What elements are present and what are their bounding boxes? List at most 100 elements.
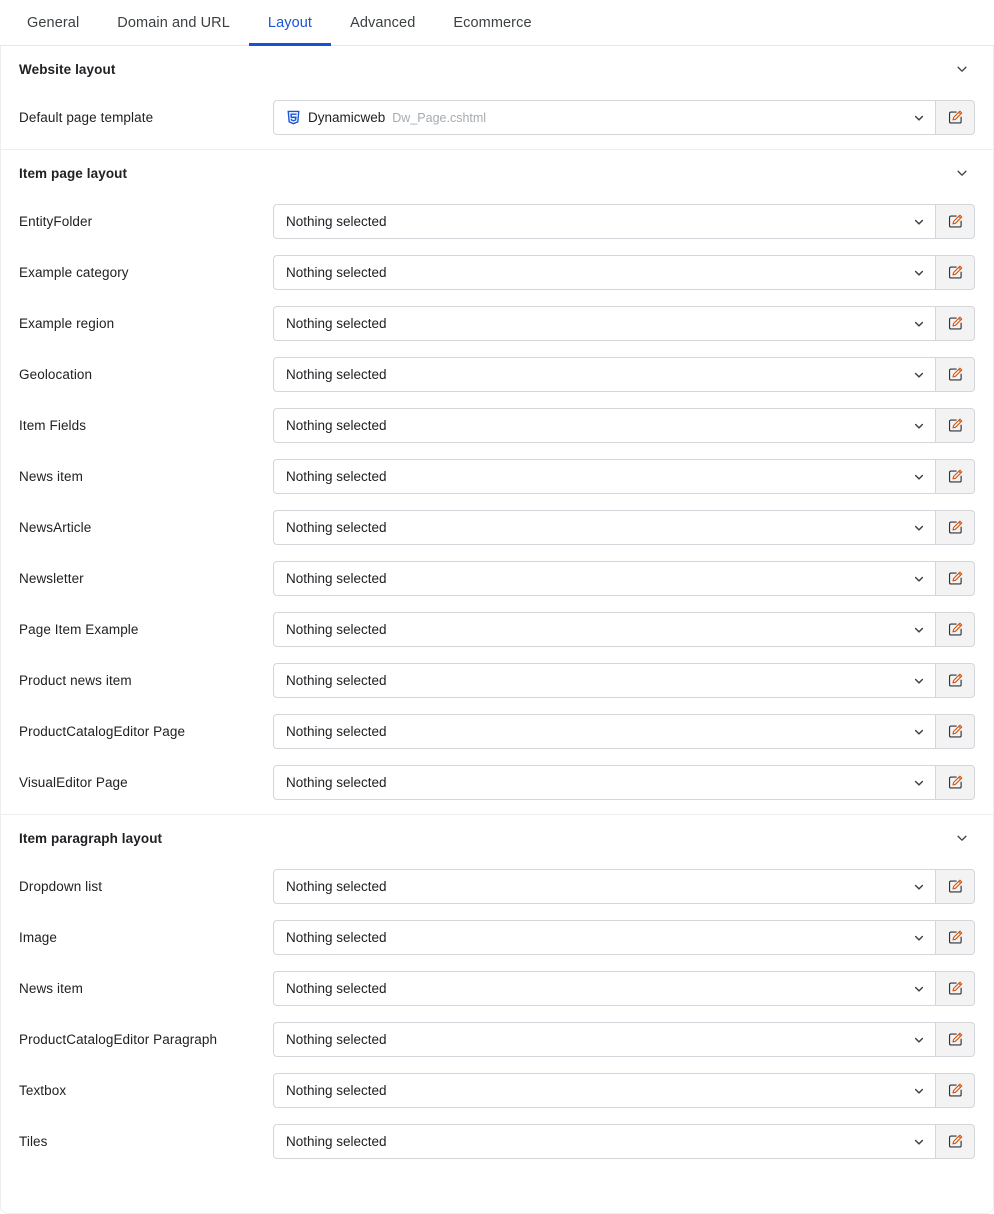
template-select[interactable]: Nothing selected <box>273 971 936 1006</box>
template-select[interactable]: Nothing selected <box>273 869 936 904</box>
chevron-down-icon[interactable] <box>905 881 925 893</box>
chevron-down-icon[interactable] <box>905 216 925 228</box>
template-select[interactable]: Nothing selected <box>273 357 936 392</box>
template-select[interactable]: Nothing selected <box>273 612 936 647</box>
section-rows: Dropdown list Nothing selected Image Nothin… <box>1 861 993 1173</box>
selected-template-name: Nothing selected <box>286 214 387 229</box>
edit-template-button[interactable] <box>936 408 975 443</box>
template-select-value: Nothing selected <box>286 673 905 688</box>
row-label: Image <box>19 930 58 945</box>
edit-template-button[interactable] <box>936 100 975 135</box>
edit-template-button[interactable] <box>936 765 975 800</box>
edit-template-button[interactable] <box>936 714 975 749</box>
template-select[interactable]: Nothing selected <box>273 1124 936 1159</box>
tab-layout[interactable]: Layout <box>248 0 332 46</box>
section-header[interactable]: Website layout <box>1 46 993 92</box>
row-label: Textbox <box>19 1083 67 1098</box>
layout-row: Tiles Nothing selected <box>1 1116 993 1167</box>
template-select[interactable]: Nothing selected <box>273 408 936 443</box>
tab-domain-and-url[interactable]: Domain and URL <box>98 0 249 45</box>
selected-template-name: Nothing selected <box>286 367 387 382</box>
edit-template-button[interactable] <box>936 459 975 494</box>
edit-template-button[interactable] <box>936 920 975 955</box>
template-select[interactable]: Nothing selected <box>273 765 936 800</box>
chevron-down-icon[interactable] <box>905 112 925 124</box>
template-select[interactable]: Nothing selected <box>273 459 936 494</box>
template-select[interactable]: Nothing selected <box>273 255 936 290</box>
chevron-down-icon[interactable] <box>905 624 925 636</box>
edit-template-button[interactable] <box>936 1022 975 1057</box>
selected-template-name: Nothing selected <box>286 1083 387 1098</box>
chevron-down-icon[interactable] <box>905 932 925 944</box>
chevron-down-icon[interactable] <box>955 62 969 76</box>
edit-template-button[interactable] <box>936 204 975 239</box>
template-control: Nothing selected <box>273 714 975 749</box>
selected-template-name: Nothing selected <box>286 571 387 586</box>
edit-template-button[interactable] <box>936 869 975 904</box>
chevron-down-icon[interactable] <box>905 420 925 432</box>
layout-row: ProductCatalogEditor Paragraph Nothing se… <box>1 1014 993 1065</box>
tab-general[interactable]: General <box>8 0 98 45</box>
template-select[interactable]: Nothing selected <box>273 920 936 955</box>
row-label: ProductCatalogEditor Page <box>19 724 186 739</box>
chevron-down-icon[interactable] <box>955 831 969 845</box>
chevron-down-icon[interactable] <box>905 726 925 738</box>
template-control: Nothing selected <box>273 971 975 1006</box>
settings-tab-bar: General Domain and URL Layout Advanced Ecomm… <box>0 0 994 46</box>
chevron-down-icon[interactable] <box>955 166 969 180</box>
edit-template-button[interactable] <box>936 306 975 341</box>
template-select[interactable]: Nothing selected <box>273 663 936 698</box>
template-select[interactable]: Dynamicweb Dw_Page.cshtml <box>273 100 936 135</box>
section-header[interactable]: Item paragraph layout <box>1 815 993 861</box>
section-title: Website layout <box>19 61 116 77</box>
chevron-down-icon[interactable] <box>905 675 925 687</box>
selected-template-name: Nothing selected <box>286 469 387 484</box>
chevron-down-icon[interactable] <box>905 1085 925 1097</box>
section-rows: EntityFolder Nothing selected Example cate… <box>1 196 993 814</box>
template-control: Nothing selected <box>273 459 975 494</box>
edit-template-button[interactable] <box>936 663 975 698</box>
edit-template-button[interactable] <box>936 357 975 392</box>
chevron-down-icon[interactable] <box>905 573 925 585</box>
edit-template-button[interactable] <box>936 1124 975 1159</box>
template-select[interactable]: Nothing selected <box>273 1022 936 1057</box>
section-header[interactable]: Item page layout <box>1 150 993 196</box>
edit-template-button[interactable] <box>936 971 975 1006</box>
template-select[interactable]: Nothing selected <box>273 204 936 239</box>
chevron-down-icon[interactable] <box>905 522 925 534</box>
chevron-down-icon[interactable] <box>905 471 925 483</box>
template-select[interactable]: Nothing selected <box>273 561 936 596</box>
chevron-down-icon[interactable] <box>905 369 925 381</box>
edit-template-button[interactable] <box>936 561 975 596</box>
template-select-value: Nothing selected <box>286 367 905 382</box>
tab-advanced[interactable]: Advanced <box>331 0 434 45</box>
edit-pencil-icon <box>947 774 964 791</box>
tab-ecommerce[interactable]: Ecommerce <box>434 0 550 45</box>
row-label: Example category <box>19 265 129 280</box>
template-select-value: Nothing selected <box>286 469 905 484</box>
template-select[interactable]: Nothing selected <box>273 306 936 341</box>
chevron-down-icon[interactable] <box>905 318 925 330</box>
edit-template-button[interactable] <box>936 612 975 647</box>
chevron-down-icon[interactable] <box>905 777 925 789</box>
template-select[interactable]: Nothing selected <box>273 1073 936 1108</box>
edit-template-button[interactable] <box>936 510 975 545</box>
template-select[interactable]: Nothing selected <box>273 510 936 545</box>
selected-template-name: Nothing selected <box>286 981 387 996</box>
template-select-value: Nothing selected <box>286 1032 905 1047</box>
template-select-value: Nothing selected <box>286 879 905 894</box>
template-control: Nothing selected <box>273 255 975 290</box>
chevron-down-icon[interactable] <box>905 267 925 279</box>
template-select[interactable]: Nothing selected <box>273 714 936 749</box>
template-select-value: Nothing selected <box>286 1134 905 1149</box>
chevron-down-icon[interactable] <box>905 1034 925 1046</box>
edit-template-button[interactable] <box>936 1073 975 1108</box>
template-select-value: Nothing selected <box>286 724 905 739</box>
selected-template-name: Nothing selected <box>286 930 387 945</box>
chevron-down-icon[interactable] <box>905 1136 925 1148</box>
chevron-down-icon[interactable] <box>905 983 925 995</box>
edit-template-button[interactable] <box>936 255 975 290</box>
edit-pencil-icon <box>947 315 964 332</box>
template-select-value: Nothing selected <box>286 214 905 229</box>
row-label: News item <box>19 469 83 484</box>
